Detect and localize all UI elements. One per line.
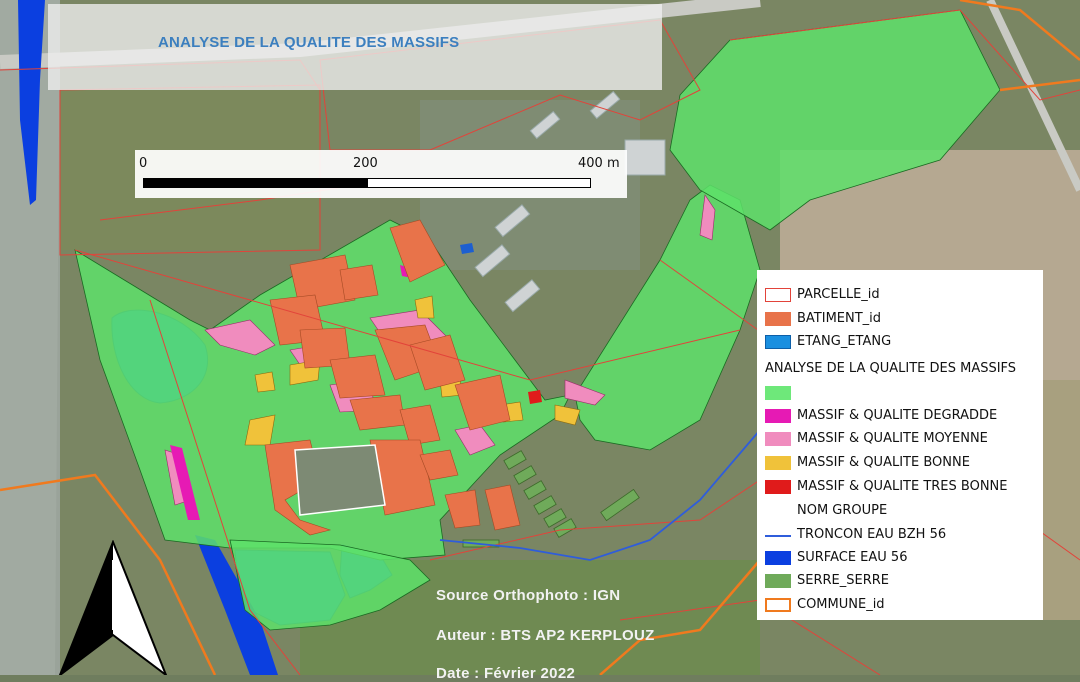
legend-label: PARCELLE_id bbox=[797, 287, 880, 302]
class-swatch bbox=[765, 456, 791, 470]
scale-segment-white bbox=[367, 178, 591, 188]
class-swatch bbox=[765, 409, 791, 423]
parcelle-swatch bbox=[765, 288, 791, 302]
legend-class-degradde: MASSIF & QUALITE DEGRADDE bbox=[757, 406, 1043, 426]
legend-item-parcelle: PARCELLE_id bbox=[757, 285, 1043, 305]
massif-tres-bonne bbox=[528, 390, 542, 404]
class-swatch bbox=[765, 432, 791, 446]
legend-item-commune: COMMUNE_id bbox=[757, 595, 1043, 615]
scale-bar bbox=[135, 150, 627, 198]
class-swatch bbox=[765, 480, 791, 494]
legend-label: MASSIF & QUALITE TRES BONNE bbox=[797, 479, 1008, 494]
map-title: ANALYSE DE LA QUALITE DES MASSIFS bbox=[158, 34, 460, 51]
legend-label: BATIMENT_id bbox=[797, 311, 882, 326]
class-swatch bbox=[765, 386, 791, 400]
scale-label-0: 0 bbox=[139, 156, 148, 171]
source-credit: Source Orthophoto : IGN bbox=[436, 587, 621, 604]
legend-label: MASSIF & QUALITE MOYENNE bbox=[797, 431, 988, 446]
legend-class-moyenne: MASSIF & QUALITE MOYENNE bbox=[757, 429, 1043, 449]
etang-swatch bbox=[765, 335, 791, 349]
legend-group-label: NOM GROUPE bbox=[797, 503, 888, 518]
legend-item-batiment: BATIMENT_id bbox=[757, 309, 1043, 329]
batiment-swatch bbox=[765, 312, 791, 326]
legend-label: SERRE_SERRE bbox=[797, 573, 889, 588]
date-credit: Date : Février 2022 bbox=[436, 665, 576, 682]
legend-item-troncon: TRONCON EAU BZH 56 bbox=[757, 525, 1043, 545]
troncon-line-swatch bbox=[765, 535, 791, 537]
legend-label: MASSIF & QUALITE BONNE bbox=[797, 455, 970, 470]
surface-eau-swatch bbox=[765, 551, 791, 565]
scale-label-400: 400 m bbox=[578, 156, 620, 171]
legend-label: ETANG_ETANG bbox=[797, 334, 892, 349]
legend: PARCELLE_id BATIMENT_id ETANG_ETANG ANAL… bbox=[757, 270, 1043, 620]
serre-swatch bbox=[765, 574, 791, 588]
legend-class-tres-bonne: MASSIF & QUALITE TRES BONNE bbox=[757, 477, 1043, 497]
commune-swatch bbox=[765, 598, 791, 612]
legend-label: COMMUNE_id bbox=[797, 597, 885, 612]
legend-item-etang: ETANG_ETANG bbox=[757, 332, 1043, 352]
legend-class-bonne: MASSIF & QUALITE BONNE bbox=[757, 453, 1043, 473]
author-credit: Auteur : BTS AP2 KERPLOUZ bbox=[436, 627, 655, 644]
scale-label-200: 200 bbox=[353, 156, 378, 171]
legend-group-title: ANALYSE DE LA QUALITE DES MASSIFS bbox=[765, 361, 1017, 376]
legend-item-serre: SERRE_SERRE bbox=[757, 571, 1043, 591]
legend-label: TRONCON EAU BZH 56 bbox=[797, 527, 947, 542]
legend-label: SURFACE EAU 56 bbox=[797, 550, 908, 565]
legend-label: MASSIF & QUALITE DEGRADDE bbox=[797, 408, 998, 423]
legend-class-green bbox=[757, 383, 1043, 403]
north-arrow-icon bbox=[58, 540, 168, 675]
scale-segment-black bbox=[143, 178, 367, 188]
legend-item-surface-eau: SURFACE EAU 56 bbox=[757, 548, 1043, 568]
